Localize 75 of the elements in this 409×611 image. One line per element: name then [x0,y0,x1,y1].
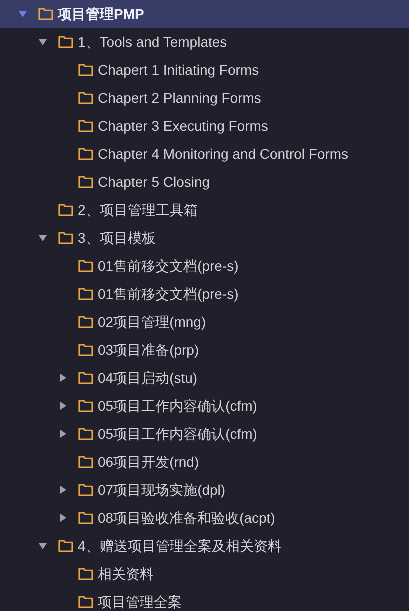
tree-item[interactable]: Chapert 2 Planning Forms [0,84,409,112]
folder-icon [58,35,74,49]
collapsed-arrow-icon[interactable] [58,485,68,495]
folder-icon [78,399,94,413]
folder-icon [78,371,94,385]
folder-icon [78,315,94,329]
folder-icon [78,343,94,357]
collapsed-arrow-icon[interactable] [58,373,68,383]
folder-name: 3、项目模板 [78,229,156,247]
folder-name: Chapter 3 Executing Forms [98,117,268,135]
folder-icon [38,7,54,21]
tree-item[interactable]: 4、赠送项目管理全案及相关资料 [0,532,409,560]
folder-icon [78,63,94,77]
folder-icon [58,203,74,217]
tree-item[interactable]: 项目管理PMP [0,0,409,28]
folder-icon [78,175,94,189]
tree-item[interactable]: 06项目开发(rnd) [0,448,409,476]
tree-item[interactable]: Chapert 1 Initiating Forms [0,56,409,84]
folder-icon [58,539,74,553]
folder-name: 03项目准备(prp) [98,341,200,359]
expanded-arrow-icon[interactable] [18,9,28,19]
tree-item[interactable]: Chapter 4 Monitoring and Control Forms [0,140,409,168]
folder-name: 04项目启动(stu) [98,369,198,387]
collapsed-arrow-icon[interactable] [58,429,68,439]
folder-name: 2、项目管理工具箱 [78,201,198,219]
folder-icon [78,287,94,301]
folder-name: 08项目验收准备和验收(acpt) [98,509,276,527]
tree-item[interactable]: 03项目准备(prp) [0,336,409,364]
folder-icon [78,483,94,497]
tree-item[interactable]: 3、项目模板 [0,224,409,252]
collapsed-arrow-icon[interactable] [58,401,68,411]
tree-item[interactable]: 07项目现场实施(dpl) [0,476,409,504]
tree-item[interactable]: 项目管理全案 [0,588,409,611]
tree-item[interactable]: 相关资料 [0,560,409,588]
folder-icon [58,231,74,245]
folder-name: 项目管理PMP [58,5,144,23]
folder-name: 06项目开发(rnd) [98,453,200,471]
folder-name: 05项目工作内容确认(cfm) [98,425,258,443]
folder-icon [78,119,94,133]
folder-name: 项目管理全案 [98,593,182,611]
tree-item[interactable]: 04项目启动(stu) [0,364,409,392]
tree-item[interactable]: 01售前移交文档(pre-s) [0,252,409,280]
tree-item[interactable]: 1、Tools and Templates [0,28,409,56]
folder-name: 07项目现场实施(dpl) [98,481,226,499]
folder-icon [78,147,94,161]
folder-icon [78,427,94,441]
folder-name: Chapter 4 Monitoring and Control Forms [98,145,349,163]
tree-item[interactable]: 05项目工作内容确认(cfm) [0,392,409,420]
folder-icon [78,595,94,609]
folder-icon [78,567,94,581]
folder-icon [78,91,94,105]
folder-icon [78,259,94,273]
tree-item[interactable]: 01售前移交文档(pre-s) [0,280,409,308]
tree-item[interactable]: 2、项目管理工具箱 [0,196,409,224]
folder-name: 01售前移交文档(pre-s) [98,285,239,303]
tree-item[interactable]: Chapter 3 Executing Forms [0,112,409,140]
tree-item[interactable]: Chapter 5 Closing [0,168,409,196]
folder-name: 02项目管理(mng) [98,313,206,331]
expanded-arrow-icon[interactable] [38,541,48,551]
folder-name: Chapter 5 Closing [98,173,210,191]
folder-name: 1、Tools and Templates [78,33,228,51]
folder-name: Chapert 2 Planning Forms [98,89,262,107]
folder-name: 相关资料 [98,565,154,583]
folder-icon [78,455,94,469]
tree-item[interactable]: 02项目管理(mng) [0,308,409,336]
folder-name: 05项目工作内容确认(cfm) [98,397,258,415]
collapsed-arrow-icon[interactable] [58,513,68,523]
expanded-arrow-icon[interactable] [38,233,48,243]
folder-icon [78,511,94,525]
tree-item[interactable]: 08项目验收准备和验收(acpt) [0,504,409,532]
tree-item[interactable]: 05项目工作内容确认(cfm) [0,420,409,448]
folder-name: 01售前移交文档(pre-s) [98,257,239,275]
folder-name: Chapert 1 Initiating Forms [98,61,260,79]
folder-name: 4、赠送项目管理全案及相关资料 [78,537,282,555]
expanded-arrow-icon[interactable] [38,37,48,47]
